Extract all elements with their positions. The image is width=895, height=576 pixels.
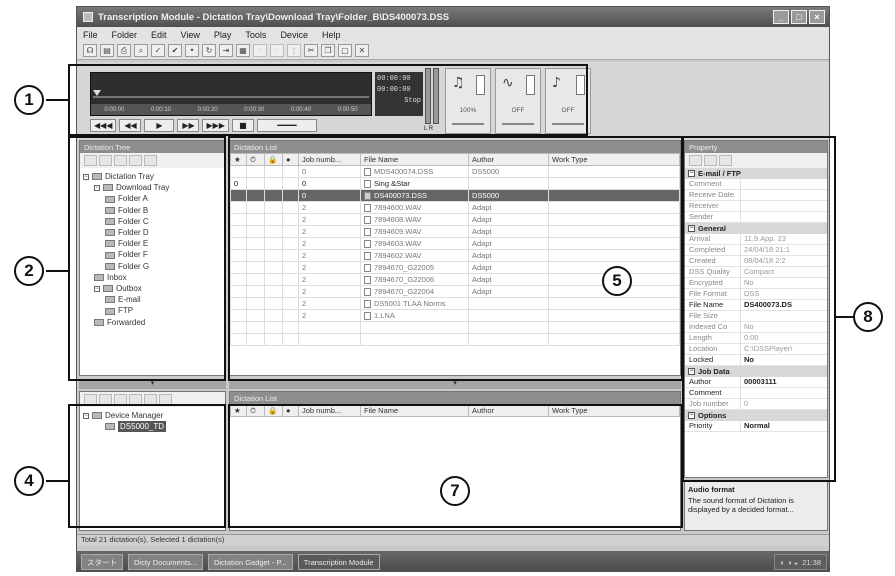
callout-label: 7: [450, 481, 460, 500]
region-player: [68, 64, 588, 136]
callout-label: 5: [612, 271, 622, 290]
app-icon: [83, 12, 93, 22]
menu-view[interactable]: View: [181, 30, 200, 40]
menu-file[interactable]: File: [83, 30, 98, 40]
forward-icon[interactable]: ⇥: [219, 44, 233, 57]
menu-tools[interactable]: Tools: [245, 30, 266, 40]
callout-leader: [836, 316, 854, 318]
menu-edit[interactable]: Edit: [151, 30, 167, 40]
window-title: Transcription Module - Dictation Tray\Do…: [98, 11, 450, 23]
disabled-tool-icon: ·: [253, 44, 267, 57]
region-dictation-tree: [68, 136, 226, 381]
delete-icon[interactable]: ✕: [355, 44, 369, 57]
save-icon[interactable]: ▤: [100, 44, 114, 57]
cut-icon[interactable]: ✂: [304, 44, 318, 57]
callout-leader: [46, 270, 68, 272]
callout-label: 4: [24, 471, 34, 490]
start-button[interactable]: スタート: [81, 554, 123, 570]
callout-4: 4: [14, 466, 44, 496]
check-icon[interactable]: ✓: [151, 44, 165, 57]
menu-device[interactable]: Device: [280, 30, 308, 40]
main-toolbar: ☊ ▤ ⎙ ⌕ ✓ ✔ • ↻ ⇥ ▦ · · ¦ ✂ ❐ ▢ ✕: [77, 42, 829, 60]
check-all-icon[interactable]: ✔: [168, 44, 182, 57]
callout-7: 7: [440, 476, 470, 506]
taskbar-item[interactable]: Dicty Documents...: [128, 554, 203, 570]
find-icon[interactable]: ⌕: [134, 44, 148, 57]
taskbar: スタート Dicty Documents... Dictation Gadget…: [77, 551, 829, 571]
callout-label: 2: [24, 261, 34, 280]
region-device-tree: [68, 404, 226, 528]
menu-play[interactable]: Play: [214, 30, 232, 40]
clock: 21:38: [802, 557, 821, 567]
panel-title: Dictation List: [230, 392, 680, 404]
description-title: Audio format: [688, 485, 735, 494]
callout-8: 8: [853, 302, 883, 332]
copy-icon[interactable]: ❐: [321, 44, 335, 57]
callout-leader: [46, 480, 68, 482]
callout-2: 2: [14, 256, 44, 286]
tray-icons[interactable]: ◐ ◑ ◒: [780, 558, 798, 567]
callout-label: 8: [863, 307, 873, 326]
region-property: [682, 136, 836, 482]
taskbar-item[interactable]: Dictation Gadget - P...: [207, 554, 293, 570]
taskbar-item-active[interactable]: Transcription Module: [297, 554, 380, 570]
settings-icon[interactable]: ▦: [236, 44, 250, 57]
menu-help[interactable]: Help: [322, 30, 341, 40]
callout-leader: [46, 99, 68, 101]
property-description: Audio format The sound format of Dictati…: [684, 481, 828, 531]
separator-icon: ¦: [287, 44, 301, 57]
callout-label: 1: [24, 90, 34, 109]
disabled-tool-icon: ·: [270, 44, 284, 57]
title-bar: Transcription Module - Dictation Tray\Do…: [77, 7, 829, 27]
print-icon[interactable]: ⎙: [117, 44, 131, 57]
status-bar: Total 21 dictation(s), Selected 1 dictat…: [77, 534, 829, 546]
menu-bar: File Folder Edit View Play Tools Device …: [77, 27, 829, 42]
description-text: The sound format of Dictation is display…: [688, 496, 794, 514]
system-tray: ◐ ◑ ◒ 21:38: [774, 554, 827, 570]
maximize-button[interactable]: □: [791, 10, 807, 24]
refresh-icon[interactable]: ↻: [202, 44, 216, 57]
headset-icon[interactable]: ☊: [83, 44, 97, 57]
region-device-list: [228, 404, 683, 528]
callout-1: 1: [14, 85, 44, 115]
minimize-button[interactable]: _: [773, 10, 789, 24]
callout-5: 5: [602, 266, 632, 296]
region-dictation-list: [228, 136, 683, 381]
dot-icon[interactable]: •: [185, 44, 199, 57]
menu-folder[interactable]: Folder: [112, 30, 138, 40]
close-button[interactable]: ×: [809, 10, 825, 24]
paste-icon[interactable]: ▢: [338, 44, 352, 57]
